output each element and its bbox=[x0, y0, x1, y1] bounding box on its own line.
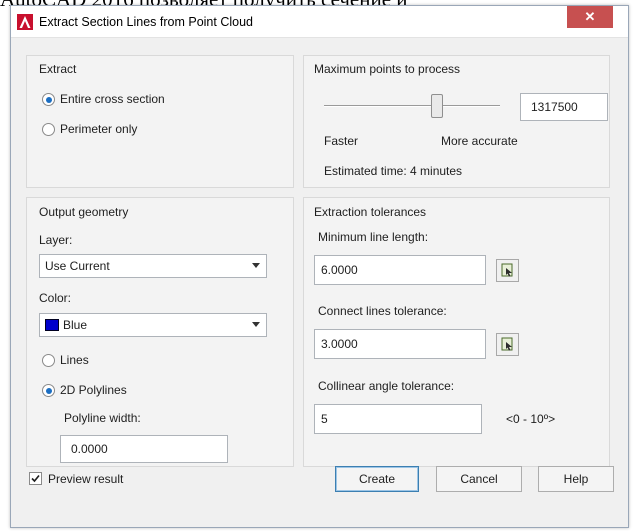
close-button[interactable]: ✕ bbox=[567, 6, 613, 28]
collinear-angle-input[interactable]: 5 bbox=[314, 404, 482, 434]
slider-more-accurate-label: More accurate bbox=[441, 134, 518, 148]
min-line-length-label: Minimum line length: bbox=[318, 230, 429, 244]
slider-faster-label: Faster bbox=[324, 134, 359, 148]
extraction-tolerances-group: Extraction tolerances Minimum line lengt… bbox=[303, 197, 610, 467]
radio-entire-cross-section-label[interactable]: Entire cross section bbox=[60, 92, 165, 106]
color-label: Color: bbox=[39, 291, 72, 305]
cancel-button[interactable]: Cancel bbox=[436, 466, 522, 492]
pick-min-length-button[interactable] bbox=[496, 259, 519, 282]
title-bar: Extract Section Lines from Point Cloud ✕ bbox=[11, 6, 628, 38]
radio-perimeter-only[interactable] bbox=[42, 123, 55, 136]
checkmark-icon bbox=[31, 474, 40, 483]
radio-lines-label[interactable]: Lines bbox=[60, 353, 89, 367]
color-dropdown-value: Blue bbox=[63, 318, 88, 332]
layer-label: Layer: bbox=[39, 233, 73, 247]
max-points-group-label: Maximum points to process bbox=[314, 62, 461, 76]
max-points-group: Maximum points to process 1317500 Faster… bbox=[303, 55, 610, 188]
create-button[interactable]: Create bbox=[335, 466, 419, 492]
output-geometry-group: Output geometry Layer: Use Current Color… bbox=[26, 197, 294, 467]
pick-point-icon bbox=[501, 263, 513, 277]
extraction-tolerances-group-label: Extraction tolerances bbox=[314, 205, 427, 219]
preview-result-checkbox[interactable] bbox=[29, 472, 42, 485]
pick-connect-tolerance-button[interactable] bbox=[496, 333, 519, 356]
points-slider-track[interactable] bbox=[324, 105, 500, 107]
output-geometry-group-label: Output geometry bbox=[39, 205, 129, 219]
chevron-down-icon bbox=[252, 263, 260, 268]
preview-result-label[interactable]: Preview result bbox=[48, 472, 123, 486]
estimated-time-text: Estimated time: 4 minutes bbox=[324, 164, 463, 178]
radio-2d-polylines-label[interactable]: 2D Polylines bbox=[60, 383, 127, 397]
min-line-length-input[interactable]: 6.0000 bbox=[314, 255, 486, 285]
radio-perimeter-only-label[interactable]: Perimeter only bbox=[60, 122, 137, 136]
connect-lines-label: Connect lines tolerance: bbox=[318, 304, 447, 318]
help-button[interactable]: Help bbox=[538, 466, 614, 492]
color-swatch bbox=[45, 319, 59, 331]
points-slider-thumb[interactable] bbox=[431, 94, 443, 118]
max-points-input[interactable]: 1317500 bbox=[520, 93, 608, 121]
extract-group: Extract Entire cross section Perimeter o… bbox=[26, 55, 294, 188]
pick-point-icon bbox=[501, 337, 513, 351]
radio-lines[interactable] bbox=[42, 354, 55, 367]
dialog-title: Extract Section Lines from Point Cloud bbox=[39, 15, 253, 29]
layer-dropdown[interactable]: Use Current bbox=[39, 254, 267, 278]
autocad-logo-icon bbox=[17, 14, 33, 30]
connect-lines-input[interactable]: 3.0000 bbox=[314, 329, 486, 359]
layer-dropdown-value: Use Current bbox=[45, 259, 110, 273]
collinear-angle-range: <0 - 10º> bbox=[506, 412, 556, 426]
radio-2d-polylines[interactable] bbox=[42, 384, 55, 397]
dialog-window: Extract Section Lines from Point Cloud ✕… bbox=[10, 5, 629, 528]
collinear-angle-label: Collinear angle tolerance: bbox=[318, 379, 455, 393]
radio-entire-cross-section[interactable] bbox=[42, 93, 55, 106]
polyline-width-input[interactable]: 0.0000 bbox=[60, 435, 228, 463]
extract-group-label: Extract bbox=[39, 62, 77, 76]
chevron-down-icon bbox=[252, 322, 260, 327]
color-dropdown[interactable]: Blue bbox=[39, 313, 267, 337]
polyline-width-label: Polyline width: bbox=[64, 411, 141, 425]
